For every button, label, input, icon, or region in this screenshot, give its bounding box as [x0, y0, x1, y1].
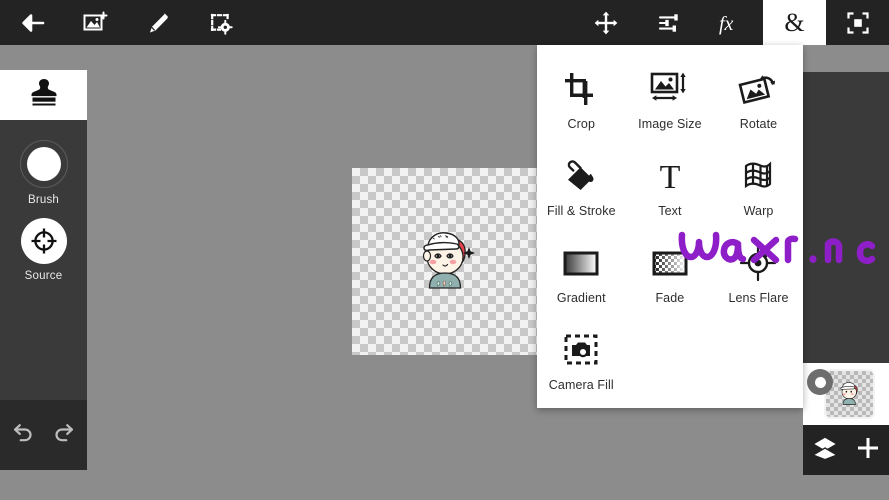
menu-item-image-size[interactable]: Image Size — [626, 59, 715, 146]
menu-item-fill-stroke[interactable]: Fill & Stroke — [537, 146, 626, 233]
adjustments-icon — [656, 10, 682, 36]
selection-settings-icon — [208, 10, 234, 36]
tool-brush[interactable]: Brush — [0, 140, 87, 206]
menu-item-crop-label: Crop — [567, 117, 596, 131]
menu-item-rotate-label: Rotate — [739, 117, 778, 131]
svg-text:T: T — [660, 159, 681, 195]
layer-thumbnail-artwork — [840, 382, 858, 405]
move-icon — [593, 10, 619, 36]
tool-source[interactable]: Source — [0, 218, 87, 282]
menu-item-camera-fill-label: Camera Fill — [548, 378, 614, 392]
tool-brush-label: Brush — [27, 194, 60, 206]
layers-stack-icon — [810, 434, 839, 467]
menu-item-fade-label: Fade — [655, 291, 685, 305]
gradient-icon — [561, 241, 601, 285]
tool-source-label: Source — [24, 270, 63, 282]
fullscreen-button[interactable] — [826, 0, 889, 45]
brush-icon — [19, 140, 68, 188]
crop-icon — [562, 67, 600, 111]
menu-item-warp-label: Warp — [743, 204, 774, 218]
undo-button[interactable] — [5, 418, 39, 452]
image-editor-app: fx & Brush Source Crop Image Size Rotate… — [0, 0, 889, 500]
menu-item-text-label: Text — [658, 204, 682, 218]
menu-item-camera-fill[interactable]: Camera Fill — [537, 320, 626, 407]
redo-icon — [52, 420, 78, 451]
effects-menu-panel: Crop Image Size Rotate Fill & Stroke T T… — [537, 45, 803, 408]
menu-item-gradient-label: Gradient — [556, 291, 606, 305]
layers-button[interactable] — [808, 433, 842, 467]
source-icon — [20, 218, 67, 264]
undo-icon — [9, 420, 35, 451]
image-size-icon — [649, 67, 691, 111]
menu-item-rotate[interactable]: Rotate — [714, 59, 803, 146]
menu-item-image-size-label: Image Size — [638, 117, 702, 131]
layer-thumbnail[interactable] — [826, 371, 873, 417]
ampersand-button[interactable]: & — [763, 0, 826, 45]
ampersand-icon: & — [784, 7, 805, 37]
menu-item-text[interactable]: T Text — [626, 146, 715, 233]
transform-button[interactable] — [574, 0, 637, 45]
add-layer-button[interactable] — [851, 433, 885, 467]
menu-item-fade[interactable]: Fade — [626, 233, 715, 320]
svg-text:fx: fx — [719, 13, 734, 35]
canvas-artwork — [422, 232, 475, 289]
stamp-tool-button[interactable] — [0, 70, 87, 120]
fullscreen-icon — [845, 10, 871, 36]
camera-fill-icon — [561, 328, 601, 372]
top-toolbar: fx & — [0, 0, 889, 45]
add-image-icon — [82, 10, 108, 36]
layer-actions-bar — [803, 425, 889, 475]
effects-menu-grid: Crop Image Size Rotate Fill & Stroke T T… — [537, 45, 803, 407]
fill-stroke-icon — [562, 154, 600, 198]
menu-item-fill-stroke-label: Fill & Stroke — [546, 204, 616, 218]
fade-icon — [650, 241, 690, 285]
menu-item-gradient[interactable]: Gradient — [537, 233, 626, 320]
warp-icon — [739, 154, 777, 198]
stamp-icon — [26, 76, 62, 115]
fx-button[interactable]: fx — [700, 0, 763, 45]
add-image-button[interactable] — [63, 0, 126, 45]
pencil-button[interactable] — [126, 0, 189, 45]
back-icon — [19, 10, 45, 36]
text-icon: T — [651, 154, 689, 198]
undo-redo-bar — [0, 400, 87, 470]
menu-item-warp[interactable]: Warp — [714, 146, 803, 233]
fx-icon: fx — [717, 10, 747, 36]
right-panel — [803, 72, 889, 363]
layer-list-panel — [803, 363, 889, 425]
visibility-dot-icon — [814, 376, 826, 388]
rotate-icon — [738, 67, 778, 111]
selection-settings-button[interactable] — [189, 0, 252, 45]
layer-visibility-toggle[interactable] — [807, 369, 833, 395]
lens-flare-icon — [739, 241, 777, 285]
adjustments-button[interactable] — [637, 0, 700, 45]
pencil-icon — [145, 10, 171, 36]
plus-icon — [854, 434, 882, 467]
back-button[interactable] — [0, 0, 63, 45]
redo-button[interactable] — [48, 418, 82, 452]
tool-sidebar: Brush Source — [0, 70, 87, 470]
menu-item-lens-flare-label: Lens Flare — [728, 291, 789, 305]
menu-item-lens-flare[interactable]: Lens Flare — [714, 233, 803, 320]
menu-item-crop[interactable]: Crop — [537, 59, 626, 146]
